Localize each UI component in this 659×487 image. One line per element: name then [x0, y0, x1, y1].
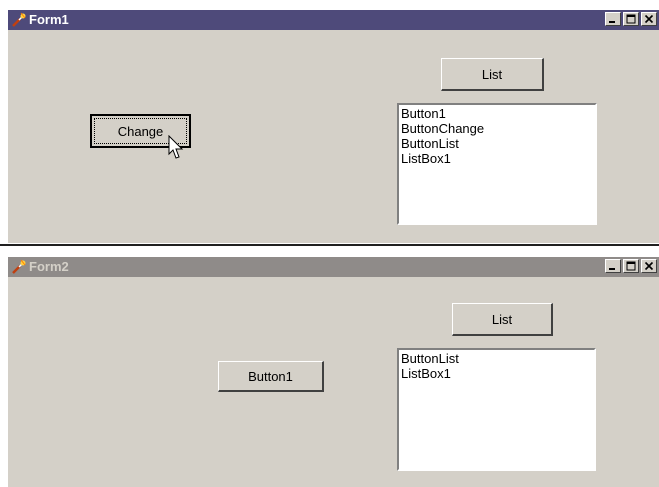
maximize-button[interactable]: [623, 12, 639, 26]
list-button-label: List: [481, 66, 503, 82]
list-item[interactable]: ButtonList: [401, 136, 593, 151]
app-icon[interactable]: [11, 12, 27, 28]
form1-window: Form1 List Change Button1 ButtonChange B…: [8, 10, 659, 243]
maximize-button[interactable]: [623, 259, 639, 273]
close-icon: [644, 261, 654, 271]
listbox[interactable]: Button1 ButtonChange ButtonList ListBox1: [397, 103, 597, 225]
divider: [0, 244, 659, 246]
list-button-label: List: [491, 311, 513, 327]
form2-window: Form2 List Button1 ButtonList ListBox1: [8, 257, 659, 487]
close-button[interactable]: [641, 259, 657, 273]
window-title: Form1: [29, 12, 69, 27]
listbox[interactable]: ButtonList ListBox1: [397, 348, 596, 471]
minimize-button[interactable]: [605, 12, 621, 26]
list-item[interactable]: ListBox1: [401, 366, 592, 381]
close-button[interactable]: [641, 12, 657, 26]
maximize-icon: [626, 14, 636, 24]
button1[interactable]: Button1: [218, 361, 324, 392]
minimize-button[interactable]: [605, 259, 621, 273]
window-title: Form2: [29, 259, 69, 274]
maximize-icon: [626, 261, 636, 271]
list-item[interactable]: Button1: [401, 106, 593, 121]
button1-label: Button1: [248, 368, 293, 384]
list-item[interactable]: ButtonList: [401, 351, 592, 366]
list-item[interactable]: ListBox1: [401, 151, 593, 166]
minimize-icon: [609, 268, 615, 270]
app-icon[interactable]: [11, 259, 27, 275]
form1-titlebar[interactable]: Form1: [8, 10, 659, 30]
close-icon: [644, 14, 654, 24]
minimize-icon: [609, 21, 615, 23]
mouse-pointer-icon: [168, 135, 184, 159]
form2-titlebar[interactable]: Form2: [8, 257, 659, 277]
list-item[interactable]: ButtonChange: [401, 121, 593, 136]
list-button[interactable]: List: [441, 58, 544, 91]
list-button[interactable]: List: [452, 303, 553, 336]
